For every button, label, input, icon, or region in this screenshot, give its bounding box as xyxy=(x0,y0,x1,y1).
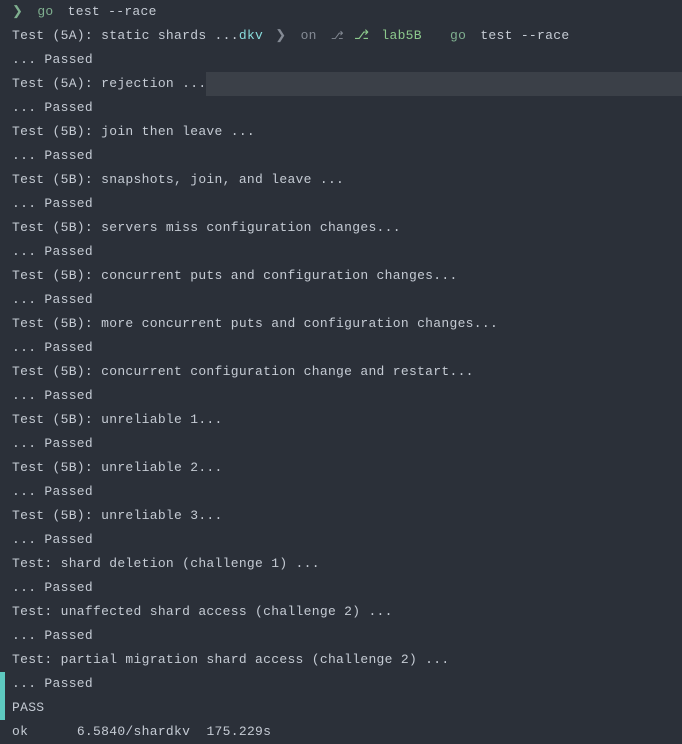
test-label: Test (5A): static shards ... xyxy=(12,28,239,43)
test-5b-snapshots-line: Test (5B): snapshots, join, and leave ..… xyxy=(0,168,682,192)
passed-line: ... Passed xyxy=(0,384,682,408)
passed-line: ... Passed xyxy=(0,336,682,360)
passed-line: ... Passed xyxy=(0,288,682,312)
highlighted-region xyxy=(206,72,682,96)
test-partial-line: Test: partial migration shard access (ch… xyxy=(0,648,682,672)
test-5b-servers-line: Test (5B): servers miss configuration ch… xyxy=(0,216,682,240)
prompt-symbol: ❯ xyxy=(12,4,23,19)
passed-line: ... Passed xyxy=(0,240,682,264)
command-line-1[interactable]: ❯ go test --race xyxy=(0,0,682,24)
command-go: go xyxy=(37,4,53,19)
command-args: test --race xyxy=(68,4,157,19)
test-unaffected-line: Test: unaffected shard access (challenge… xyxy=(0,600,682,624)
test-5b-unreliable2-line: Test (5B): unreliable 2... xyxy=(0,456,682,480)
passed-line: ... Passed xyxy=(0,96,682,120)
on-label: on xyxy=(301,28,317,43)
test-5a-static-line: Test (5A): static shards ...dkv ❯ on ⎇ ⎇… xyxy=(0,24,682,48)
command-args-2: test --race xyxy=(480,28,569,43)
dkv-label: dkv xyxy=(239,28,263,43)
command-go-2: go xyxy=(450,28,466,43)
test-shard-deletion-line: Test: shard deletion (challenge 1) ... xyxy=(0,552,682,576)
test-5b-more-concurrent-line: Test (5B): more concurrent puts and conf… xyxy=(0,312,682,336)
test-5a-rejection-line: Test (5A): rejection ... xyxy=(0,72,682,96)
ok-summary-line: ok 6.5840/shardkv 175.229s xyxy=(0,720,682,744)
test-5b-concurrent-puts-line: Test (5B): concurrent puts and configura… xyxy=(0,264,682,288)
passed-line: ... Passed xyxy=(0,144,682,168)
passed-line: ... Passed xyxy=(0,192,682,216)
terminal-output: ❯ go test --race Test (5A): static shard… xyxy=(0,0,682,744)
test-5b-unreliable3-line: Test (5B): unreliable 3... xyxy=(0,504,682,528)
test-5b-join-line: Test (5B): join then leave ... xyxy=(0,120,682,144)
passed-line: ... Passed xyxy=(0,576,682,600)
branch-icon: ⎇ xyxy=(354,28,369,43)
passed-line: ... Passed xyxy=(0,432,682,456)
git-icon: ⎇ xyxy=(331,31,344,43)
passed-line: ... Passed xyxy=(0,48,682,72)
passed-line: ... Passed xyxy=(0,672,682,696)
passed-line: ... Passed xyxy=(0,624,682,648)
branch-name: lab5B xyxy=(381,28,422,43)
passed-line: ... Passed xyxy=(0,528,682,552)
passed-line: ... Passed xyxy=(0,480,682,504)
test-5b-unreliable1-line: Test (5B): unreliable 1... xyxy=(0,408,682,432)
pass-summary-line: PASS xyxy=(0,696,682,720)
test-5b-concurrent-config-line: Test (5B): concurrent configuration chan… xyxy=(0,360,682,384)
chevron-right-icon: ❯ xyxy=(275,28,286,43)
